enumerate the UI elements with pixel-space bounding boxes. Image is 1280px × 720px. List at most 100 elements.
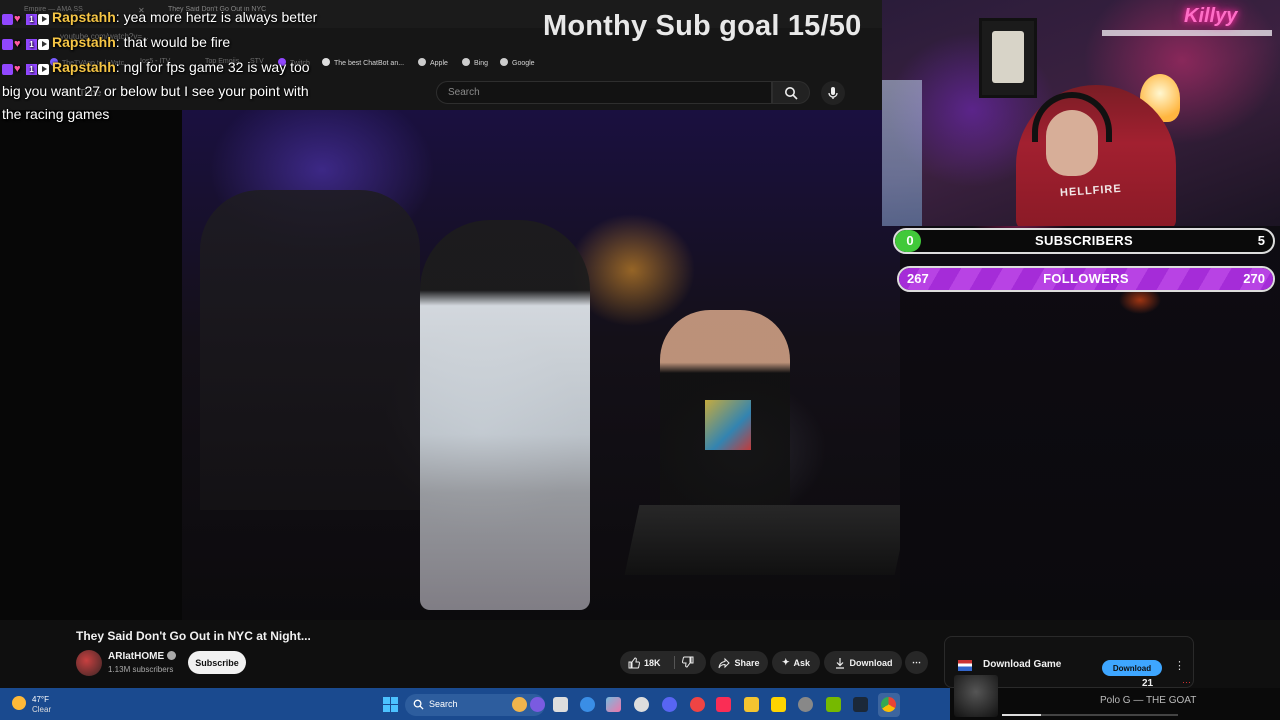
now-playing-track: Polo G — THE GOAT	[1100, 695, 1197, 706]
followers-goal-bar: FOLLOWERS 267 270	[897, 266, 1275, 292]
weather-widget[interactable]: 47°F Clear	[12, 693, 62, 715]
search-button[interactable]	[772, 81, 810, 104]
now-playing-progress	[1002, 714, 1178, 716]
download-button[interactable]: Download	[824, 651, 902, 674]
chat-username: Rapstahh	[52, 34, 116, 50]
thumbs-up-icon	[628, 656, 640, 668]
verified-icon	[167, 651, 177, 660]
app-icon[interactable]	[530, 697, 545, 712]
webcam-feed: Killyy HELLFIRE	[882, 0, 1280, 226]
app-gray-icon[interactable]	[798, 697, 813, 712]
windows-start-icon[interactable]	[383, 697, 398, 712]
heart-badge-icon: ♥	[14, 62, 21, 75]
more-actions-button[interactable]: ⋯	[905, 651, 928, 674]
chat-message: ♥ 1 Rapstahh: that would be fire	[2, 31, 342, 56]
flag-icon	[958, 660, 972, 671]
subscribers-current: 0	[899, 230, 921, 252]
weather-description: Clear	[32, 705, 52, 714]
search-placeholder: Search	[448, 87, 480, 98]
now-playing-count: 21	[1142, 678, 1154, 689]
subscribers-label: SUBSCRIBERS	[1035, 233, 1133, 248]
chat-username: Rapstahh	[52, 59, 116, 75]
chat-message: ♥ 1 Rapstahh: yea more hertz is always be…	[2, 6, 342, 31]
app-red-icon[interactable]	[690, 697, 705, 712]
share-button[interactable]: Share	[710, 651, 768, 674]
channel-avatar[interactable]	[76, 650, 102, 676]
sparkle-icon: ✦	[781, 657, 790, 667]
pc-case	[882, 80, 922, 226]
channel-name[interactable]: ARIatHOME	[108, 651, 177, 662]
weather-temperature: 47°F	[32, 695, 49, 704]
bookmark-google[interactable]: Google	[500, 58, 535, 67]
chat-overlay: ♥ 1 Rapstahh: yea more hertz is always be…	[2, 6, 342, 126]
chrome-icon[interactable]	[881, 697, 896, 712]
chat-badges: ♥ 1	[2, 32, 50, 54]
steam-icon[interactable]	[853, 697, 868, 712]
dj-shirt-graphic	[705, 400, 751, 450]
like-count: 18K	[644, 657, 661, 668]
microphone-icon	[828, 87, 838, 99]
wall-shelf	[1102, 30, 1272, 36]
now-playing-progress-fill	[1002, 714, 1041, 716]
ad-title: Download Game	[983, 659, 1062, 670]
file-explorer-icon[interactable]	[744, 697, 759, 712]
ad-more-button[interactable]: ⋮	[1174, 659, 1185, 672]
tier-badge-icon: 1	[26, 14, 37, 26]
discord-icon[interactable]	[662, 697, 677, 712]
sub-goal-text: Monthy Sub goal 15/50	[543, 10, 862, 42]
copilot-icon[interactable]	[606, 697, 621, 712]
download-icon	[835, 657, 844, 669]
chat-username: Rapstahh	[52, 9, 116, 25]
share-icon	[718, 657, 731, 668]
followers-current: 267	[907, 271, 929, 286]
like-divider	[674, 656, 675, 669]
settings-gear-icon[interactable]	[634, 697, 649, 712]
edge-icon[interactable]	[580, 697, 595, 712]
widget-icon[interactable]	[512, 697, 527, 712]
chat-message: ♥ 1 Rapstahh: ngl for fps game 32 is way …	[2, 56, 322, 126]
thumbs-down-icon[interactable]	[682, 656, 694, 668]
followers-target: 270	[1243, 271, 1265, 286]
chat-badges: ♥ 1	[2, 7, 50, 29]
sub-badge-icon	[2, 39, 13, 51]
sub-badge-icon	[2, 63, 13, 75]
tier-badge-icon: 1	[26, 63, 37, 75]
search-icon	[413, 699, 424, 710]
performer-figure	[420, 220, 590, 610]
heart-badge-icon: ♥	[14, 13, 21, 26]
dj-deck	[624, 505, 910, 575]
chat-badges: ♥ 1	[2, 57, 50, 80]
nvidia-icon[interactable]	[826, 697, 841, 712]
album-art	[954, 675, 998, 717]
ask-button[interactable]: ✦ Ask	[772, 651, 820, 674]
sub-badge-icon	[2, 14, 13, 26]
search-input[interactable]: Search	[436, 81, 772, 104]
play-badge-icon	[38, 63, 49, 75]
video-frame	[182, 110, 910, 620]
tier-badge-icon: 1	[26, 39, 37, 51]
channel-subscriber-count: 1.13M subscribers	[108, 665, 174, 674]
now-playing-dots: ···	[1182, 677, 1191, 687]
heart-badge-icon: ♥	[14, 38, 21, 51]
sticky-notes-icon[interactable]	[771, 697, 786, 712]
video-title: They Said Don't Go Out in NYC at Night..…	[76, 629, 311, 643]
bookmark-bing[interactable]: Bing	[462, 58, 488, 67]
ad-download-button[interactable]: Download	[1102, 660, 1162, 676]
subscribers-target: 5	[1257, 233, 1265, 248]
task-view-icon[interactable]	[553, 697, 568, 712]
search-icon	[785, 86, 798, 100]
like-button[interactable]: 18K	[620, 651, 706, 674]
neon-sign: Killyy	[1184, 5, 1238, 27]
crowd-silhouette	[200, 190, 420, 510]
subscribers-goal-bar: SUBSCRIBERS 0 5	[893, 228, 1275, 254]
gameboy-poster	[979, 18, 1037, 98]
bookmark-apple[interactable]: Apple	[418, 58, 448, 67]
voice-search-button[interactable]	[821, 81, 845, 105]
chat-text: : yea more hertz is always better	[115, 9, 318, 25]
moon-weather-icon	[12, 696, 26, 710]
chat-text: : that would be fire	[115, 34, 231, 50]
followers-label: FOLLOWERS	[1043, 271, 1129, 286]
subscribe-button[interactable]: Subscribe	[188, 651, 246, 674]
play-badge-icon	[38, 14, 49, 26]
music-icon[interactable]	[716, 697, 731, 712]
